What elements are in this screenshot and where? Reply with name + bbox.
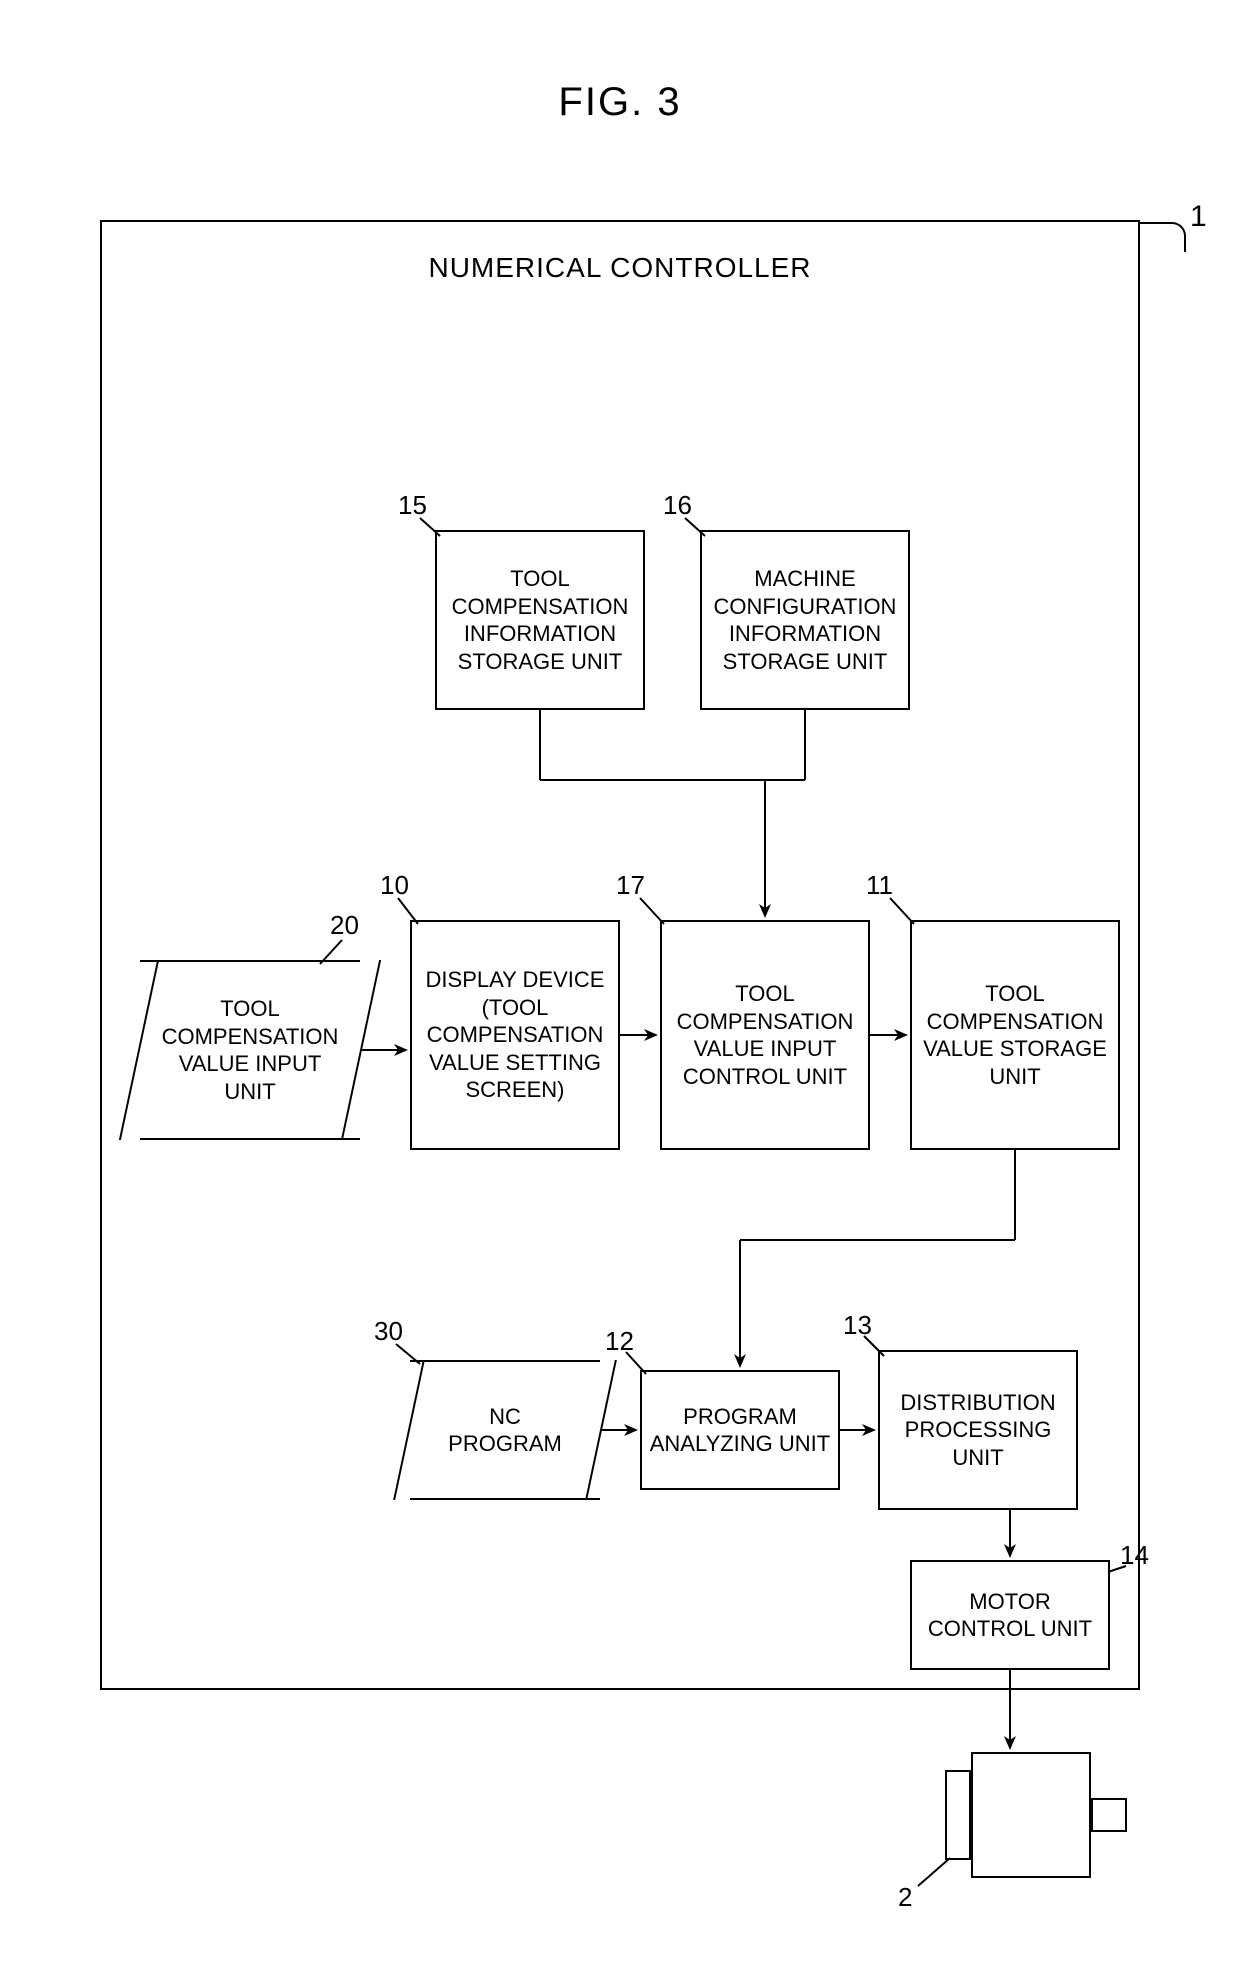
- diagram-canvas: FIG. 3 1 NUMERICAL CONTROLLER TOOL COMPE…: [0, 0, 1240, 1980]
- numerical-controller-label: NUMERICAL CONTROLLER: [428, 252, 811, 284]
- block-10-label: DISPLAY DEVICE (TOOL COMPENSATION VALUE …: [426, 966, 605, 1104]
- block-11: TOOL COMPENSATION VALUE STORAGE UNIT: [910, 920, 1120, 1150]
- ref-label-30: 30: [374, 1316, 403, 1347]
- block-12-label: PROGRAM ANALYZING UNIT: [650, 1403, 831, 1458]
- block-13-label: DISTRIBUTION PROCESSING UNIT: [900, 1389, 1055, 1472]
- ref-label-12: 12: [605, 1326, 634, 1357]
- motor-endcap: [945, 1770, 971, 1860]
- motor-body: [971, 1752, 1091, 1878]
- block-11-label: TOOL COMPENSATION VALUE STORAGE UNIT: [923, 980, 1107, 1090]
- block-10: DISPLAY DEVICE (TOOL COMPENSATION VALUE …: [410, 920, 620, 1150]
- ref-label-11: 11: [866, 870, 893, 901]
- ref-label-17: 17: [616, 870, 645, 901]
- block-14: MOTOR CONTROL UNIT: [910, 1560, 1110, 1670]
- block-13: DISTRIBUTION PROCESSING UNIT: [878, 1350, 1078, 1510]
- block-15-label: TOOL COMPENSATION INFORMATION STORAGE UN…: [452, 565, 629, 675]
- ref-label-16: 16: [663, 490, 692, 521]
- block-16: MACHINE CONFIGURATION INFORMATION STORAG…: [700, 530, 910, 710]
- block-14-label: MOTOR CONTROL UNIT: [928, 1588, 1092, 1643]
- ref-leader-1: [1138, 222, 1186, 252]
- ref-label-20: 20: [330, 910, 359, 941]
- ref-label-15: 15: [398, 490, 427, 521]
- block-16-label: MACHINE CONFIGURATION INFORMATION STORAG…: [714, 565, 897, 675]
- block-17-label: TOOL COMPENSATION VALUE INPUT CONTROL UN…: [677, 980, 854, 1090]
- block-20: TOOL COMPENSATION VALUE INPUT UNIT: [140, 960, 360, 1140]
- motor-shaft: [1091, 1798, 1127, 1832]
- ref-label-1: 1: [1190, 200, 1207, 234]
- ref-label-10: 10: [380, 870, 409, 901]
- block-20-label: TOOL COMPENSATION VALUE INPUT UNIT: [162, 995, 339, 1105]
- figure-title: FIG. 3: [558, 80, 681, 125]
- block-12: PROGRAM ANALYZING UNIT: [640, 1370, 840, 1490]
- block-15: TOOL COMPENSATION INFORMATION STORAGE UN…: [435, 530, 645, 710]
- block-17: TOOL COMPENSATION VALUE INPUT CONTROL UN…: [660, 920, 870, 1150]
- block-30: NC PROGRAM: [410, 1360, 600, 1500]
- block-30-label: NC PROGRAM: [448, 1403, 562, 1458]
- ref-label-14: 14: [1120, 1540, 1149, 1571]
- ref-label-13: 13: [843, 1310, 872, 1341]
- ref-label-2: 2: [898, 1882, 912, 1913]
